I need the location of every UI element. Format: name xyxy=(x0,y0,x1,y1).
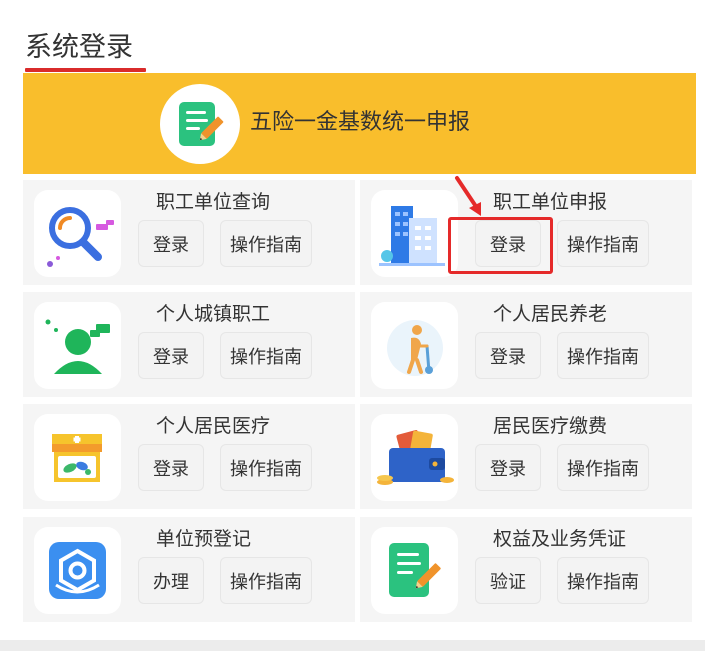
card-zhigong-danwei-shenbao: 职工单位申报 登录 操作指南 xyxy=(360,180,692,285)
card-quanyi-yewu-pingzheng: 权益及业务凭证 验证 操作指南 xyxy=(360,517,692,622)
office-building-icon xyxy=(379,206,445,266)
card-title: 职工单位查询 xyxy=(156,191,271,213)
annotation-arrow-icon xyxy=(455,176,481,216)
card-title: 权益及业务凭证 xyxy=(493,528,627,550)
verify-button[interactable]: 验证 xyxy=(475,557,541,604)
guide-button[interactable]: 操作指南 xyxy=(220,332,312,379)
card-title: 单位预登记 xyxy=(156,528,252,550)
footer-bar xyxy=(0,640,705,651)
banner-icon-circle xyxy=(160,84,240,164)
card-title: 个人居民医疗 xyxy=(156,415,271,437)
page-title: 系统登录 xyxy=(25,32,133,63)
guide-button[interactable]: 操作指南 xyxy=(220,444,312,491)
handle-button[interactable]: 办理 xyxy=(138,557,204,604)
card-icon-box xyxy=(34,190,121,277)
card-icon-box xyxy=(371,414,458,501)
login-button[interactable]: 登录 xyxy=(138,444,204,491)
card-title: 职工单位申报 xyxy=(493,191,608,213)
card-title: 居民医疗缴费 xyxy=(493,415,608,437)
card-icon-box xyxy=(34,414,121,501)
person-chat-icon xyxy=(45,319,110,374)
login-button[interactable]: 登录 xyxy=(138,332,204,379)
guide-button[interactable]: 操作指南 xyxy=(557,220,649,267)
login-button[interactable]: 登录 xyxy=(475,332,541,379)
card-zhigong-danwei-chaxun: 职工单位查询 登录 操作指南 xyxy=(23,180,355,285)
login-button[interactable]: 登录 xyxy=(138,220,204,267)
banner-label: 五险一金基数统一申报 xyxy=(250,110,471,135)
title-underline xyxy=(25,68,146,72)
card-icon-box xyxy=(371,527,458,614)
card-title: 个人城镇职工 xyxy=(156,303,271,325)
card-icon-box xyxy=(34,527,121,614)
card-jumin-yiliao-jiaofei: 居民医疗缴费 登录 操作指南 xyxy=(360,404,692,509)
pharmacy-shop-icon xyxy=(52,434,102,482)
card-title: 个人居民养老 xyxy=(493,303,608,325)
card-icon-box xyxy=(34,302,121,389)
form-edit-icon xyxy=(179,102,224,146)
document-edit-icon xyxy=(389,543,441,597)
login-button[interactable]: 登录 xyxy=(475,444,541,491)
elderly-person-icon xyxy=(387,320,443,376)
guide-button[interactable]: 操作指南 xyxy=(557,444,649,491)
guide-button[interactable]: 操作指南 xyxy=(220,557,312,604)
card-danwei-yudengji: 单位预登记 办理 操作指南 xyxy=(23,517,355,622)
card-geren-chengzhen-zhigong: 个人城镇职工 登录 操作指南 xyxy=(23,292,355,397)
card-geren-jumin-yanglao: 个人居民养老 登录 操作指南 xyxy=(360,292,692,397)
guide-button[interactable]: 操作指南 xyxy=(557,332,649,379)
search-magnifier-icon xyxy=(47,207,114,267)
card-icon-box xyxy=(371,302,458,389)
guide-button[interactable]: 操作指南 xyxy=(557,557,649,604)
login-button[interactable]: 登录 xyxy=(475,220,541,267)
wallet-coins-icon xyxy=(377,430,454,485)
banner-wuxian-yijin[interactable]: 五险一金基数统一申报 xyxy=(23,73,696,174)
card-geren-jumin-yiliao: 个人居民医疗 登录 操作指南 xyxy=(23,404,355,509)
guide-button[interactable]: 操作指南 xyxy=(220,220,312,267)
hexagon-gear-icon xyxy=(49,542,106,599)
card-icon-box xyxy=(371,190,458,277)
